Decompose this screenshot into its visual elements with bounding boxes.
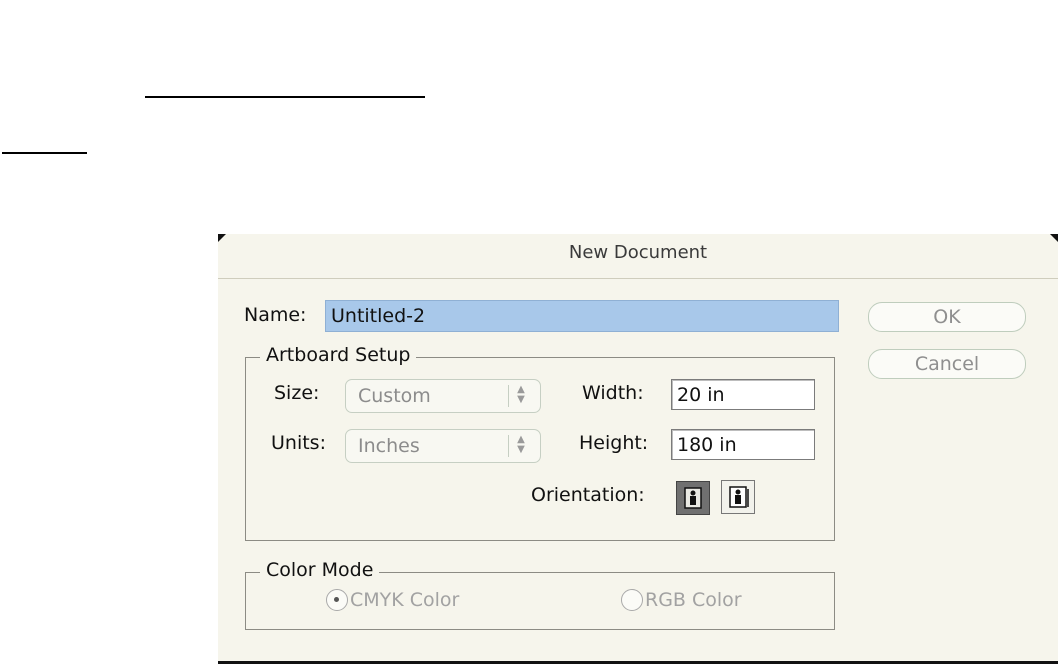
units-select-value: Inches bbox=[358, 435, 420, 457]
document-rule-top bbox=[145, 96, 425, 98]
rgb-color-radio[interactable]: RGB Color bbox=[621, 589, 742, 611]
width-label: Width: bbox=[582, 382, 644, 404]
title-separator bbox=[218, 278, 1058, 279]
name-input[interactable]: Untitled-2 bbox=[325, 300, 839, 332]
height-label: Height: bbox=[579, 432, 649, 454]
units-select[interactable]: Inches ▲ ▼ bbox=[345, 429, 541, 463]
cmyk-color-label: CMYK Color bbox=[350, 589, 460, 611]
ok-button[interactable]: OK bbox=[868, 302, 1026, 332]
new-document-dialog: New Document Name: Untitled-2 OK Cancel … bbox=[218, 234, 1058, 664]
portrait-orientation-button[interactable] bbox=[676, 481, 710, 515]
dialog-title: New Document bbox=[568, 242, 708, 263]
size-select[interactable]: Custom ▲ ▼ bbox=[345, 379, 541, 413]
color-mode-title: Color Mode bbox=[260, 559, 380, 581]
landscape-orientation-button[interactable] bbox=[721, 480, 755, 514]
units-label: Units: bbox=[271, 432, 326, 454]
height-input[interactable]: 180 in bbox=[671, 429, 815, 460]
rgb-color-label: RGB Color bbox=[645, 589, 742, 611]
landscape-orientation-icon bbox=[729, 486, 749, 508]
color-mode-group: Color Mode CMYK Color RGB Color bbox=[245, 559, 835, 630]
cmyk-color-radio[interactable]: CMYK Color bbox=[326, 589, 459, 611]
radio-unselected-icon bbox=[621, 589, 643, 611]
dialog-bottom-border bbox=[218, 661, 1058, 664]
radio-selected-icon bbox=[326, 589, 348, 611]
cancel-button[interactable]: Cancel bbox=[868, 349, 1026, 379]
portrait-orientation-icon bbox=[684, 487, 702, 509]
artboard-setup-title: Artboard Setup bbox=[260, 344, 417, 366]
dialog-corner-left bbox=[218, 234, 226, 242]
size-label: Size: bbox=[274, 382, 320, 404]
width-input[interactable]: 20 in bbox=[671, 379, 815, 410]
orientation-label: Orientation: bbox=[531, 484, 645, 506]
up-down-arrows-icon: ▲ ▼ bbox=[508, 385, 530, 407]
size-select-value: Custom bbox=[358, 385, 431, 407]
dialog-corner-right bbox=[1050, 234, 1058, 242]
up-down-arrows-icon: ▲ ▼ bbox=[508, 435, 530, 457]
name-label: Name: bbox=[244, 304, 307, 326]
document-rule-left bbox=[2, 152, 87, 154]
